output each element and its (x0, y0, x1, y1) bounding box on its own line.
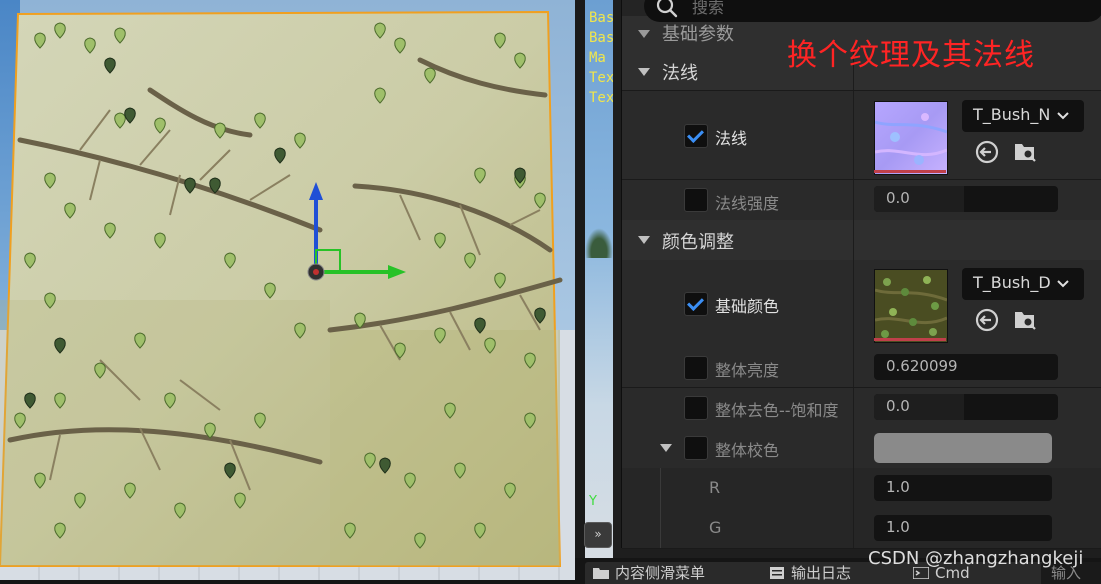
base-color-texture-thumbnail[interactable] (874, 269, 948, 343)
param-row-desaturation: 整体去色--饱和度 0.0 (622, 388, 1101, 429)
param-row-normal: 法线 T_Bush_N (622, 91, 1101, 180)
field-value: 0.0 (886, 397, 910, 415)
texture-type-bar (874, 338, 946, 341)
asset-name: T_Bush_N (973, 105, 1051, 124)
brightness-field[interactable]: 0.620099 (874, 354, 1058, 380)
param-row-normal-strength: 法线强度 0.0 (622, 180, 1101, 221)
param-label: 整体去色--饱和度 (715, 401, 839, 420)
details-panel: 基础参数 法线 法线 (613, 0, 1101, 558)
param-row-tint: 整体校色 (622, 428, 1101, 469)
texture-type-bar (874, 170, 946, 173)
browse-asset-icon[interactable] (1012, 139, 1038, 165)
secondary-viewport[interactable]: Bas Bas Ma Tex Tex Y (585, 0, 613, 580)
field-value: 1.0 (886, 518, 910, 536)
normal-asset-picker[interactable]: T_Bush_N (962, 100, 1084, 132)
brightness-checkbox[interactable] (684, 356, 708, 380)
chevron-down-icon (638, 236, 650, 244)
param-row-g: G 1.0 (622, 508, 1101, 549)
desaturation-checkbox[interactable] (684, 396, 708, 420)
chevron-down-icon (638, 30, 650, 38)
button-label: 输出日志 (791, 564, 852, 582)
column-divider (853, 180, 854, 220)
button-label: 内容侧滑菜单 (615, 564, 706, 582)
normal-texture-thumbnail[interactable] (874, 101, 948, 175)
param-label: R (709, 478, 721, 497)
base-color-asset-picker[interactable]: T_Bush_D (962, 268, 1084, 300)
r-field[interactable]: 1.0 (874, 475, 1052, 501)
chevron-down-icon (1057, 112, 1069, 120)
folder-icon (593, 568, 609, 579)
search-input[interactable] (690, 0, 1074, 22)
param-label: 整体校色 (715, 441, 780, 460)
stat-line: Bas (589, 10, 613, 26)
tint-checkbox[interactable] (684, 436, 708, 460)
content-drawer-button[interactable]: 内容侧滑菜单 (585, 562, 775, 584)
search-icon (656, 0, 678, 18)
param-row-brightness: 整体亮度 0.620099 (622, 348, 1101, 388)
chevron-down-icon (1057, 280, 1069, 288)
chevron-down-icon[interactable] (660, 444, 672, 452)
field-value: 0.620099 (886, 357, 958, 375)
stat-line: Ma (589, 50, 606, 66)
viewport-divider (575, 0, 585, 580)
axis-label-y: Y (589, 494, 597, 509)
use-selected-asset-icon[interactable] (974, 307, 1000, 333)
desaturation-field[interactable]: 0.0 (874, 394, 1058, 420)
param-label: 基础颜色 (715, 297, 780, 316)
base-color-checkbox[interactable] (684, 292, 708, 316)
column-divider (853, 260, 854, 348)
chevron-down-icon (638, 68, 650, 76)
category-label: 基础参数 (662, 24, 734, 45)
annotation-text: 换个纹理及其法线 (787, 38, 1035, 73)
stat-line: Tex (589, 90, 613, 106)
watermark: CSDN @zhangzhangkeji (868, 548, 1084, 569)
stat-line: Bas (589, 30, 613, 46)
stat-line: Tex (589, 70, 613, 86)
level-viewport[interactable] (0, 0, 585, 580)
log-icon (770, 567, 784, 579)
column-divider (853, 428, 854, 468)
tree-silhouette (585, 228, 613, 258)
param-row-r: R 1.0 (622, 468, 1101, 509)
browse-asset-icon[interactable] (1012, 307, 1038, 333)
param-label: G (709, 518, 722, 537)
column-divider (853, 388, 854, 428)
param-label: 法线 (715, 129, 748, 148)
g-field[interactable]: 1.0 (874, 515, 1052, 541)
normal-strength-checkbox[interactable] (684, 188, 708, 212)
column-divider (853, 348, 854, 387)
tint-color-swatch[interactable] (874, 433, 1052, 463)
category-label: 颜色调整 (662, 232, 734, 253)
asset-name: T_Bush_D (973, 273, 1051, 292)
column-divider (853, 220, 854, 260)
field-value: 1.0 (886, 478, 910, 496)
search-box[interactable] (644, 0, 1101, 22)
use-selected-asset-icon[interactable] (974, 139, 1000, 165)
indent-guide (660, 468, 661, 508)
normal-checkbox[interactable] (684, 124, 708, 148)
textured-plane[interactable] (0, 0, 585, 580)
column-divider (853, 508, 854, 548)
param-label: 法线强度 (715, 194, 780, 213)
normal-strength-field[interactable]: 0.0 (874, 186, 1058, 212)
category-label: 法线 (662, 63, 698, 84)
material-parameters-list: 基础参数 法线 法线 (621, 0, 1101, 549)
category-color-adjust[interactable]: 颜色调整 (622, 220, 1101, 261)
indent-guide (660, 508, 661, 548)
collapse-panel-button[interactable]: » (584, 522, 612, 548)
field-value: 0.0 (886, 189, 910, 207)
param-label: 整体亮度 (715, 361, 780, 380)
param-row-base-color: 基础颜色 T_Bush_D (622, 260, 1101, 349)
column-divider (853, 468, 854, 508)
column-divider (853, 91, 854, 179)
